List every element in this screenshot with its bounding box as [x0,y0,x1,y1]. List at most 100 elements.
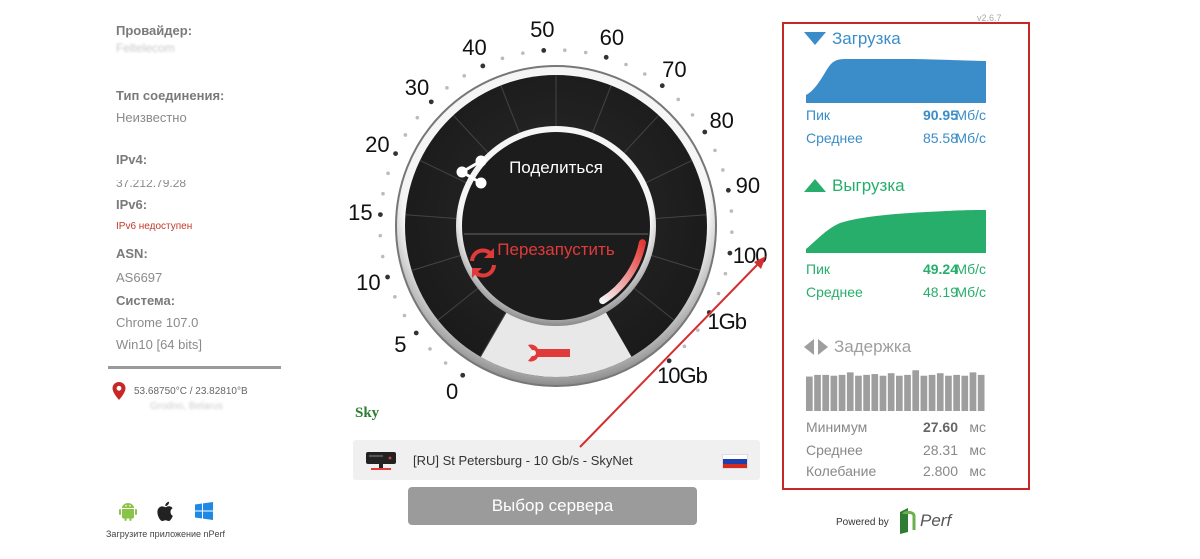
svg-text:Perf: Perf [920,511,953,530]
gauge-minor-dot [682,344,687,349]
geolocation: 53.68750°С / 23.82810°В [112,382,248,400]
gauge-tick-label: 60 [599,25,625,51]
latency-bar [846,372,854,411]
latency-jitter-label: Колебание [806,463,877,479]
gauge-minor-dot [642,72,647,76]
gauge-minor-dot [713,148,717,153]
gauge-minor-dot [716,291,721,296]
results-panel: Загрузка Пик 90.95 Мб/с Среднее 85.58 Мб… [782,22,1030,490]
gauge-tick-label: 5 [394,332,407,358]
gauge-minor-dot [402,313,407,318]
gauge-minor-dot [386,171,390,176]
server-info-bar[interactable]: [RU] St Petersburg - 10 Gb/s - SkyNet [353,440,760,480]
gauge-minor-dot [521,51,525,55]
gauge-tick-label: 90 [735,173,761,199]
upload-peak-unit: Мб/с [955,261,986,277]
share-icon [456,155,487,189]
download-header: Загрузка [804,29,901,49]
latency-bar [936,373,944,411]
info-divider [108,366,281,369]
gauge-minor-dot [562,48,567,53]
latency-min-unit: мс [969,419,986,435]
gauge-tick-label: 10 [356,269,381,295]
download-avg-unit: Мб/с [955,130,986,146]
gauge-tick-label: 40 [462,34,487,60]
apple-icon[interactable] [153,498,179,524]
gauge-major-dot [393,151,398,157]
windows-icon[interactable] [191,498,217,524]
latency-bar [896,375,903,411]
location-blurred: Grodno, Belarus [150,401,223,412]
upload-avg-value: 48.19 [922,284,958,300]
asn-value: AS6697 [116,270,163,285]
latency-min-value: 27.60 [922,419,958,435]
ipv6-label: IPv6: [116,197,148,212]
gauge-major-dot [428,99,434,105]
ipv4-value: 37.212.79.28 [116,176,187,190]
android-icon[interactable] [115,498,141,524]
gauge-major-dot [702,129,708,135]
gauge-tick-label: 50 [530,17,555,43]
latency-jitter-unit: мс [969,463,986,479]
latency-bar [879,375,887,411]
latency-bar [806,376,813,411]
settings-wrench-button[interactable] [524,342,582,374]
gauge-minor-dot [393,294,397,299]
gauge-minor-dot [445,86,449,90]
latency-avg-unit: мс [969,442,986,458]
gauge-major-dot [413,330,419,336]
nperf-logo[interactable]: Perf [898,506,980,536]
sponsor-logo: Sky [355,405,380,421]
share-button[interactable]: Поделиться [453,154,659,224]
app-downloads: Загрузите приложение nPerf [106,498,226,539]
gauge-minor-dot [730,230,734,234]
upload-graph [806,210,986,253]
latency-bar [961,375,969,411]
asn-label: ASN: [116,246,148,261]
download-triangle-icon [804,32,826,45]
gauge-major-dot [541,48,547,53]
latency-arrows-icon [804,339,828,355]
upload-title: Выгрузка [832,176,905,195]
latency-graph [806,370,985,411]
download-peak-unit: Мб/с [955,107,986,123]
wrench-icon [528,344,570,362]
gauge-minor-dot [723,271,728,276]
latency-header: Задержка [804,337,911,357]
provider-label: Провайдер: [116,23,193,38]
gauge-major-dot [727,250,733,256]
gauge-tick-label: 100 [732,243,768,269]
upload-peak-value: 49.24 [922,261,958,277]
latency-bar [945,375,952,411]
ipv4-label: IPv4: [116,152,148,167]
coordinates-text: 53.68750°С / 23.82810°В [134,385,248,397]
gauge-major-dot [460,372,466,378]
upload-avg-unit: Мб/с [955,284,986,300]
latency-bar [863,374,870,411]
os-value: Win10 [64 bits] [116,337,202,352]
restart-button[interactable]: Перезапустить [466,240,646,310]
gauge-major-dot [603,54,609,60]
gauge-major-dot [659,83,665,89]
latency-bar [953,374,960,411]
gauge-minor-dot [583,50,588,55]
latency-title: Задержка [834,337,912,356]
gauge-minor-dot [696,328,700,332]
gauge-tick-label: 80 [709,108,734,134]
choose-server-button[interactable]: Выбор сервера [408,487,697,525]
latency-bar [838,374,846,411]
system-label: Система: [116,293,176,308]
gauge-minor-dot [690,113,695,117]
gauge-minor-dot [462,74,467,78]
gauge-tick-label: 15 [348,200,373,226]
gauge-minor-dot [378,233,383,238]
gauge-tick-label: 0 [446,379,459,405]
latency-bar [830,375,838,411]
server-icon [366,452,396,470]
upload-triangle-icon [804,179,826,192]
speed-gauge: Поделиться Перезапустить 0 5 10 15 20 30 40 50 6… [348,17,767,426]
gauge-tick-label: 20 [365,132,390,158]
download-peak-label: Пик [806,107,831,123]
gauge-major-dot [377,212,383,217]
connection-type-value: Неизвестно [116,110,187,125]
